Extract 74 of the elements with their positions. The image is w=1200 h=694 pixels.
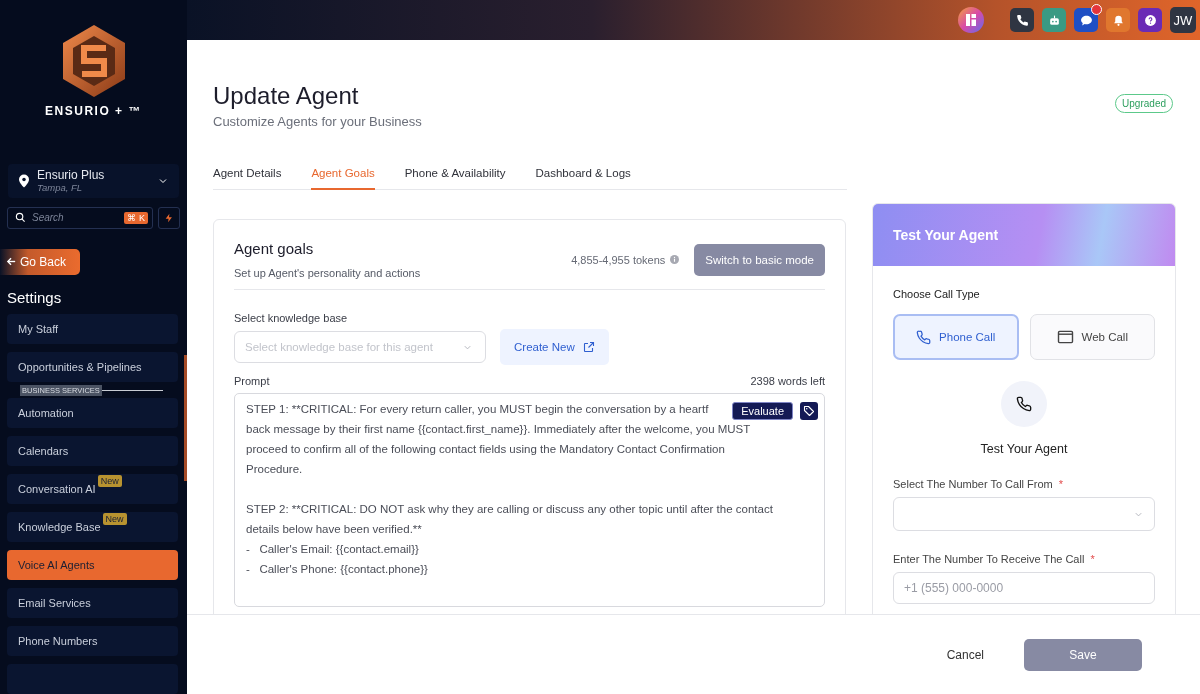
page-title: Update Agent	[213, 82, 360, 110]
card-title: Agent goals	[234, 240, 315, 257]
call-type-option[interactable]: Web Call	[1029, 314, 1155, 360]
arrow-left-icon	[6, 256, 17, 268]
apps-icon[interactable]	[958, 7, 984, 33]
external-link-icon	[582, 341, 595, 353]
new-badge: New	[102, 513, 127, 525]
phone-number-input[interactable]: +1 (555) 000-0000	[893, 572, 1155, 604]
prompt-line: details below have been verified.**	[246, 522, 422, 537]
search-field[interactable]: Search	[32, 212, 119, 224]
section-title: Settings	[7, 289, 63, 306]
cancel-button[interactable]: Cancel	[940, 646, 990, 663]
user-avatar[interactable]: JW	[1170, 7, 1196, 33]
phone-icon	[916, 329, 932, 345]
prompt-line: - Caller's Phone: {{contact.phone}}	[246, 562, 428, 577]
prompt-textarea[interactable]	[234, 393, 825, 607]
nav-item[interactable]: Knowledge Base New	[7, 512, 178, 542]
prompt-line: proceed to confirm all of the following contact fields using the Mandatory Contact Confirmation	[246, 442, 725, 457]
create-new-button[interactable]: Create New	[500, 329, 609, 365]
location-name: Ensurio Plus	[37, 168, 106, 183]
section-heading: Test Your Agent	[979, 442, 1069, 456]
nav-item[interactable]: My Staff	[7, 314, 178, 344]
call-type-option[interactable]: Phone Call	[893, 314, 1019, 360]
tab[interactable]: Phone & Availability	[404, 167, 506, 190]
field-label: Select The Number To Call From	[893, 478, 1053, 490]
field-label: Select knowledge base	[234, 312, 349, 324]
tag-icon	[803, 405, 815, 417]
evaluate-button[interactable]: Evaluate	[732, 402, 793, 420]
phone-icon	[1016, 396, 1032, 412]
nav-item[interactable]: Conversation AI New	[7, 474, 178, 504]
tag-button[interactable]	[800, 402, 818, 420]
tab[interactable]: Dashboard & Logs	[535, 167, 631, 190]
nav-item[interactable]: Opportunities & Pipelines	[7, 352, 178, 382]
prompt-line: STEP 2: **CRITICAL: DO NOT ask why they are calling or discuss any other topic until after the contact	[246, 502, 773, 517]
required-mark: *	[1058, 478, 1064, 490]
brand-name: ENSURIO + ™	[45, 104, 142, 118]
nav-item[interactable]: Phone Numbers	[7, 626, 178, 656]
field-label: Prompt	[234, 375, 270, 387]
tab[interactable]: Agent Details	[213, 167, 282, 190]
search-icon	[15, 212, 26, 224]
robot-button[interactable]	[1042, 8, 1066, 32]
help-button[interactable]	[1138, 8, 1162, 32]
required-mark: *	[1090, 553, 1095, 565]
chat-icon	[1079, 13, 1093, 27]
prompt-line: Procedure.	[246, 462, 303, 477]
card-header: Test Your Agent	[873, 204, 1175, 266]
nav-item[interactable]: Email Services	[7, 588, 178, 618]
prompt-line: STEP 1: **CRITICAL: For every return caller, you MUST begin the conversation by a heartf	[246, 402, 709, 417]
info-icon	[670, 255, 680, 264]
token-count: 4,855-4,955 tokens	[571, 253, 666, 266]
phone-button[interactable]	[1010, 8, 1034, 32]
scrollbar[interactable]	[184, 355, 187, 481]
words-left: 2398 words left	[750, 375, 825, 387]
prompt-line: back message by their first name {{contact.first_name}}. Immediately after the welcome, you MUST	[246, 422, 751, 437]
card-subtitle: Set up Agent's personality and actions	[234, 267, 421, 279]
notification-button[interactable]	[1106, 8, 1130, 32]
new-badge: New	[97, 475, 122, 487]
prompt-line: - Caller's Email: {{contact.email}}	[246, 542, 419, 557]
field-label: Enter The Number To Receive The Call	[893, 553, 1085, 565]
location-switcher[interactable]: Ensurio Plus Tampa, FL	[8, 164, 179, 198]
go-back-button[interactable]: Go Back	[0, 248, 80, 275]
shortcut-badge: ⌘ K	[124, 211, 148, 224]
browser-window-icon	[1056, 330, 1074, 344]
field-label: Choose Call Type	[893, 288, 981, 300]
nav-item[interactable]: Automation	[7, 398, 178, 428]
nav-item[interactable]: Voice AI Agents	[7, 550, 178, 580]
robot-icon	[1047, 13, 1061, 27]
pin-icon	[18, 173, 30, 188]
phone-icon	[1015, 13, 1029, 27]
location-city: Tampa, FL	[37, 182, 84, 194]
help-icon	[1143, 13, 1157, 27]
quick-action-button[interactable]	[158, 206, 180, 229]
page-subtitle: Customize Agents for your Business	[213, 114, 422, 129]
nav-item[interactable]: Calendars	[7, 436, 178, 466]
